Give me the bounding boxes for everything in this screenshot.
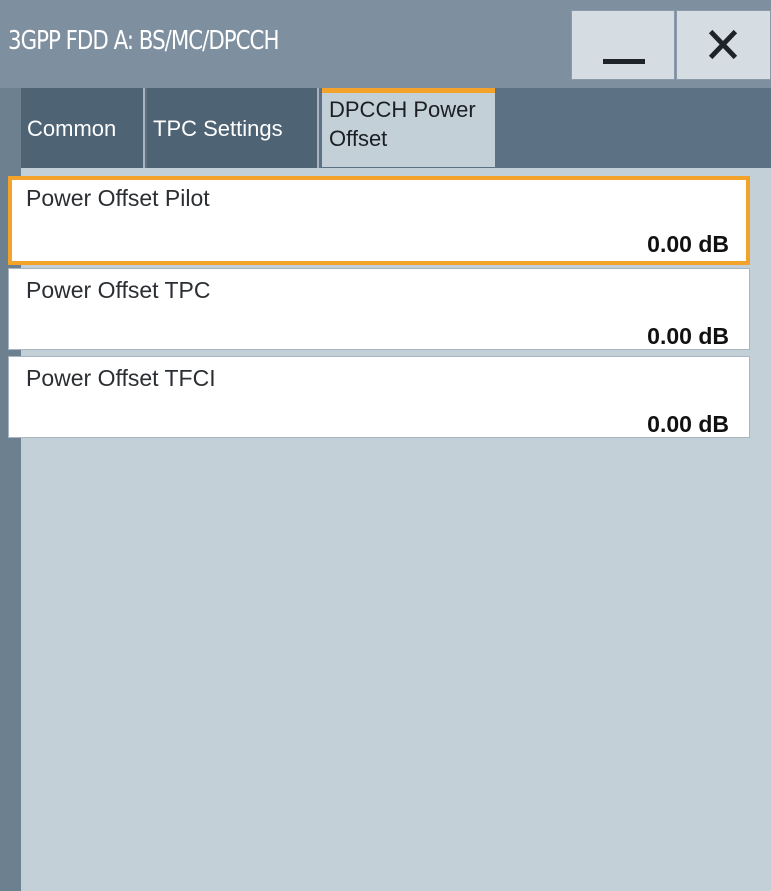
power-offset-tfci-field[interactable]: Power Offset TFCI 0.00 dB [8,356,750,438]
dialog-window: 3GPP FDD A: BS/MC/DPCCH Common TPC Setti… [0,0,771,891]
power-offset-tfci-label: Power Offset TFCI [26,365,216,391]
power-offset-tpc-field[interactable]: Power Offset TPC 0.00 dB [8,268,750,350]
tab-tpc-settings-label: TPC Settings [153,116,283,141]
minimize-icon [603,59,645,64]
tab-common[interactable]: Common [21,88,145,171]
tab-dpcch-power-offset[interactable]: DPCCH Power Offset [322,88,495,167]
tab-common-label: Common [27,116,117,141]
power-offset-tpc-value: 0.00 dB [647,323,729,349]
title-bar: 3GPP FDD A: BS/MC/DPCCH [0,0,771,88]
power-offset-pilot-value: 0.00 dB [647,231,729,257]
power-offset-pilot-field[interactable]: Power Offset Pilot 0.00 dB [8,176,750,265]
close-icon [708,29,738,60]
power-offset-tfci-value: 0.00 dB [647,411,729,437]
power-offset-tpc-label: Power Offset TPC [26,277,211,303]
tab-bar: Common TPC Settings DPCCH Power Offset [21,88,771,171]
power-offset-pilot-label: Power Offset Pilot [26,185,210,211]
close-button[interactable] [676,10,771,80]
window-title: 3GPP FDD A: BS/MC/DPCCH [8,26,279,56]
tab-tpc-settings[interactable]: TPC Settings [147,88,319,171]
tab-dpcch-power-offset-label: DPCCH Power Offset [329,97,476,151]
minimize-button[interactable] [571,10,675,80]
